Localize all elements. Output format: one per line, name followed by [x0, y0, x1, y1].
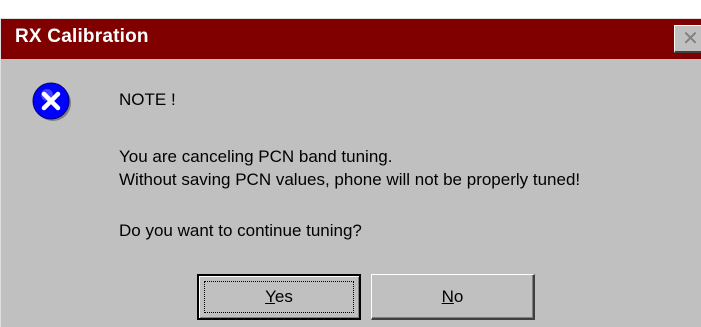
message-line-1: You are canceling PCN band tuning.	[119, 147, 393, 166]
title-bar[interactable]: RX Calibration ✕	[1, 19, 701, 59]
yes-button[interactable]: Yes	[197, 274, 361, 320]
message-heading: NOTE !	[119, 90, 176, 109]
close-icon: ✕	[682, 27, 699, 50]
message-line-2: Without saving PCN values, phone will no…	[119, 170, 581, 189]
window-title: RX Calibration	[15, 26, 149, 47]
message-question: Do you want to continue tuning?	[119, 221, 362, 240]
close-button[interactable]: ✕	[674, 25, 701, 53]
message-dialog: RX Calibration ✕ NOTE ! You are cancelin…	[0, 18, 701, 327]
no-button-label: No	[441, 286, 464, 306]
no-button[interactable]: No	[371, 274, 535, 320]
focus-rectangle	[204, 281, 354, 313]
error-icon	[32, 82, 71, 121]
